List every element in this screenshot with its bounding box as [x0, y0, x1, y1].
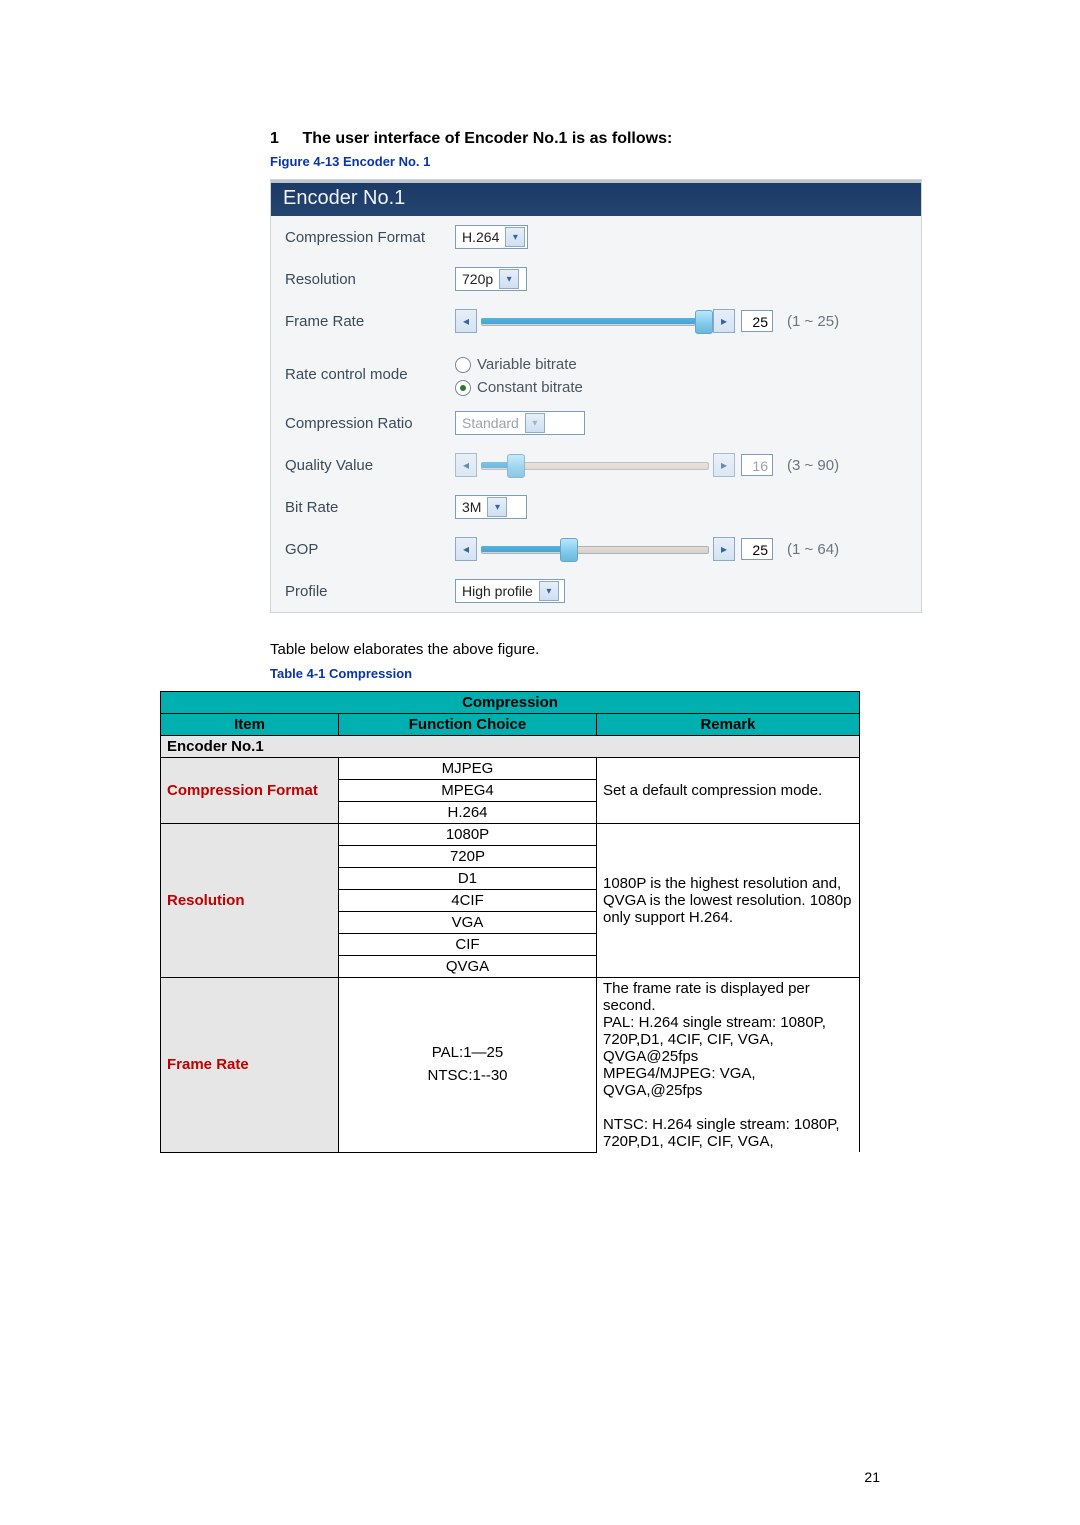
gop-slider[interactable]: ◂ ▸: [455, 537, 735, 561]
gop-range: (1 ~ 64): [787, 541, 839, 558]
row-compression-ratio: Compression Ratio Standard ▾: [271, 402, 921, 444]
radio-constant-bitrate[interactable]: Constant bitrate: [455, 379, 583, 396]
figure-caption: Figure 4-13 Encoder No. 1: [270, 154, 920, 169]
compression-ratio-select: Standard ▾: [455, 411, 585, 435]
slider-thumb[interactable]: [560, 538, 578, 562]
row-bit-rate: Bit Rate 3M ▾: [271, 486, 921, 528]
cell-remark: 1080P is the highest resolution and, QVG…: [597, 824, 860, 978]
radio-constant-label: Constant bitrate: [477, 379, 583, 396]
slider-inc-button[interactable]: ▸: [713, 309, 735, 333]
compression-ratio-value: Standard: [462, 415, 519, 431]
cell-choice: QVGA: [339, 956, 597, 978]
label-gop: GOP: [285, 541, 455, 558]
compression-table: Compression Item Function Choice Remark …: [160, 691, 860, 1153]
section-heading: 1 The user interface of Encoder No.1 is …: [270, 130, 920, 148]
table-row: Frame Rate PAL:1—25 NTSC:1--30 The frame…: [161, 978, 860, 1153]
encoder-title: Encoder No.1: [271, 180, 921, 216]
quality-value-value: 16: [741, 454, 773, 476]
slider-track: [481, 458, 709, 472]
slider-thumb[interactable]: [695, 310, 713, 334]
row-profile: Profile High profile ▾: [271, 570, 921, 612]
radio-icon: [455, 380, 471, 396]
slider-thumb: [507, 454, 525, 478]
cell-item: Compression Format: [161, 758, 339, 824]
table-caption: Table 4-1 Compression: [270, 666, 920, 681]
th-remark: Remark: [597, 714, 860, 736]
radio-icon: [455, 357, 471, 373]
chevron-down-icon: ▾: [505, 227, 525, 247]
chevron-down-icon: ▾: [487, 497, 507, 517]
page-number: 21: [864, 1469, 880, 1485]
label-resolution: Resolution: [285, 271, 455, 288]
label-profile: Profile: [285, 583, 455, 600]
frame-rate-slider[interactable]: ◂ ▸: [455, 309, 735, 333]
label-frame-rate: Frame Rate: [285, 313, 455, 330]
cell-item: Frame Rate: [161, 978, 339, 1153]
chevron-down-icon: ▾: [525, 413, 545, 433]
heading-text: The user interface of Encoder No.1 is as…: [302, 130, 672, 147]
slider-inc-button: ▸: [713, 453, 735, 477]
cell-remark: Set a default compression mode.: [597, 758, 860, 824]
row-quality-value: Quality Value ◂ ▸ 16 (3 ~ 90): [271, 444, 921, 486]
slider-track[interactable]: [481, 542, 709, 556]
label-bit-rate: Bit Rate: [285, 499, 455, 516]
frame-rate-range: (1 ~ 25): [787, 313, 839, 330]
heading-number: 1: [270, 130, 298, 148]
label-quality-value: Quality Value: [285, 457, 455, 474]
cell-choice: 4CIF: [339, 890, 597, 912]
table-intro: Table below elaborates the above figure.: [270, 641, 920, 658]
encoder-panel: Encoder No.1 Compression Format H.264 ▾ …: [270, 179, 922, 613]
radio-variable-bitrate[interactable]: Variable bitrate: [455, 356, 583, 373]
table-title: Compression: [161, 692, 860, 714]
label-compression-format: Compression Format: [285, 229, 455, 246]
cell-choice: 720P: [339, 846, 597, 868]
profile-select[interactable]: High profile ▾: [455, 579, 565, 603]
row-gop: GOP ◂ ▸ 25 (1 ~ 64): [271, 528, 921, 570]
cell-choice: MJPEG: [339, 758, 597, 780]
frame-rate-value[interactable]: 25: [741, 310, 773, 332]
quality-value-slider: ◂ ▸: [455, 453, 735, 477]
slider-dec-button: ◂: [455, 453, 477, 477]
profile-value: High profile: [462, 583, 533, 599]
radio-variable-label: Variable bitrate: [477, 356, 577, 373]
resolution-select[interactable]: 720p ▾: [455, 267, 527, 291]
cell-item: Resolution: [161, 824, 339, 978]
quality-value-range: (3 ~ 90): [787, 457, 839, 474]
th-item: Item: [161, 714, 339, 736]
label-compression-ratio: Compression Ratio: [285, 415, 455, 432]
cell-choice: 1080P: [339, 824, 597, 846]
cell-choice: D1: [339, 868, 597, 890]
cell-choice: PAL:1—25 NTSC:1--30: [339, 978, 597, 1153]
gop-value[interactable]: 25: [741, 538, 773, 560]
chevron-down-icon: ▾: [539, 581, 559, 601]
compression-format-value: H.264: [462, 229, 499, 245]
table-row: Resolution 1080P 1080P is the highest re…: [161, 824, 860, 846]
label-rate-control: Rate control mode: [285, 356, 455, 383]
cell-remark: The frame rate is displayed per second. …: [597, 978, 860, 1153]
bit-rate-select[interactable]: 3M ▾: [455, 495, 527, 519]
resolution-value: 720p: [462, 271, 493, 287]
section-encoder-no1: Encoder No.1: [161, 736, 860, 758]
cell-choice: VGA: [339, 912, 597, 934]
th-function-choice: Function Choice: [339, 714, 597, 736]
cell-choice: H.264: [339, 802, 597, 824]
row-rate-control: Rate control mode Variable bitrate Const…: [271, 342, 921, 402]
slider-dec-button[interactable]: ◂: [455, 309, 477, 333]
row-resolution: Resolution 720p ▾: [271, 258, 921, 300]
table-row: Compression Format MJPEG Set a default c…: [161, 758, 860, 780]
row-frame-rate: Frame Rate ◂ ▸ 25 (1 ~ 25): [271, 300, 921, 342]
chevron-down-icon: ▾: [499, 269, 519, 289]
slider-track[interactable]: [481, 314, 709, 328]
slider-dec-button[interactable]: ◂: [455, 537, 477, 561]
cell-choice: MPEG4: [339, 780, 597, 802]
bit-rate-value: 3M: [462, 499, 481, 515]
compression-format-select[interactable]: H.264 ▾: [455, 225, 528, 249]
cell-choice: CIF: [339, 934, 597, 956]
slider-inc-button[interactable]: ▸: [713, 537, 735, 561]
row-compression-format: Compression Format H.264 ▾: [271, 216, 921, 258]
